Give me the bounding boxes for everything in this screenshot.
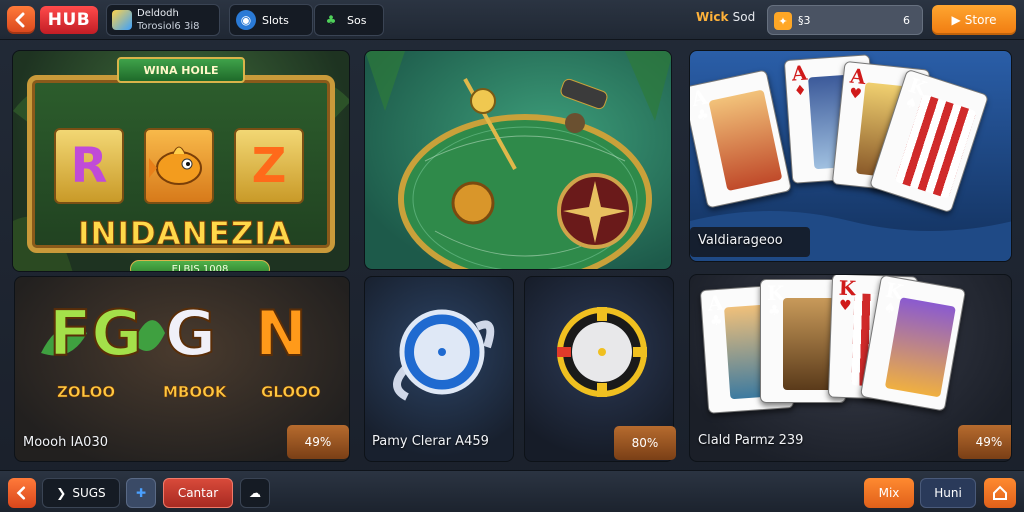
user-name: Deldodh — [137, 8, 179, 19]
game-table-art — [365, 51, 671, 269]
reel-symbol-1: R — [54, 128, 124, 204]
sheep-icon[interactable]: ☁ — [240, 478, 270, 508]
user-profile[interactable]: Deldodh Torosiol6 3i8 — [106, 4, 220, 36]
table-game-tile[interactable] — [364, 50, 672, 270]
coin-balance[interactable]: ✦ §3 6 — [767, 5, 923, 35]
tile-label: Moooh IA030 — [23, 435, 108, 450]
bottom-bar: ❯ SUGS ✚ Cantar ☁ Mix Huni — [0, 470, 1024, 512]
back-button[interactable] — [7, 6, 35, 34]
next-button[interactable]: ❯ SUGS — [42, 478, 120, 508]
card-game-tile-2[interactable]: A ♣ K ♣ K ♥ K ♠ Clald Parmz 239 49% — [689, 274, 1012, 462]
next-label: SUGS — [72, 486, 106, 500]
slot-letter-1: FG — [48, 296, 143, 371]
wins-value: Sod — [732, 10, 756, 24]
slot-caption-1: ZOLOO — [57, 383, 116, 402]
wins-label: Wick — [696, 10, 729, 24]
game-subtitle: ELBIS 1008 — [130, 260, 270, 271]
reel-symbol-3: Z — [234, 128, 304, 204]
user-avatar-icon — [112, 10, 132, 30]
back-button-bottom[interactable] — [8, 478, 36, 508]
leaf-icon: ♣ — [325, 13, 337, 27]
slot-machine-frame: R Z INIDANEZIA ELBIS 1008 — [27, 75, 335, 271]
stopwatch-icon — [393, 309, 495, 401]
user-id: Torosiol6 3i8 — [137, 21, 200, 32]
store-arrow-icon: ▶ — [951, 13, 961, 27]
slot-caption-3: GLOOO — [261, 383, 321, 402]
center-button[interactable]: Cantar — [163, 478, 233, 508]
slot-letter-3: N — [254, 296, 308, 371]
slot-game-tile-2[interactable]: FG G N ZOLOO MBOOK GLOOO Moooh IA030 49% — [14, 276, 350, 462]
chevron-right-icon: ❯ — [56, 486, 67, 500]
rtp-badge: 49% — [287, 425, 349, 459]
back-arrow-icon — [15, 12, 25, 28]
fish-icon — [144, 128, 214, 204]
mix-button[interactable]: Mix — [864, 478, 914, 508]
coin-balance-value: 6 — [903, 14, 910, 27]
hub-button[interactable]: HUB — [40, 6, 98, 34]
tile-label: Valdiarageoo — [698, 233, 783, 248]
sos-stat-label: Sos — [347, 13, 367, 27]
slots-icon: ◉ — [236, 10, 256, 30]
card-game-tile-1[interactable]: A ♣ A ♦ A ♥ K ♠ Valdiarageoo — [689, 50, 1012, 262]
game-title: INIDANEZIA — [78, 216, 292, 253]
hunt-button[interactable]: Huni — [920, 478, 976, 508]
poker-chip-icon — [557, 307, 647, 397]
sos-stat[interactable]: ♣ Sos — [314, 4, 384, 36]
home-icon[interactable] — [984, 478, 1016, 508]
game-banner: WINA HOILE — [117, 57, 245, 83]
chip-tile-label: Pamy Clerar A459 — [372, 434, 489, 449]
wins-indicator: Wick Sod — [696, 10, 755, 24]
coin-balance-text: §3 — [798, 14, 811, 27]
slots-stat-label: Slots — [262, 13, 289, 27]
slots-stat[interactable]: ◉ Slots — [229, 4, 313, 36]
tile-label: Clald Parmz 239 — [698, 433, 804, 448]
slot-letter-2: G — [164, 296, 217, 371]
rtp-badge: 49% — [958, 425, 1011, 459]
coin-icon: ✦ — [774, 12, 792, 30]
rtp-badge-chip: 80% — [614, 426, 676, 460]
top-bar: HUB Deldodh Torosiol6 3i8 ◉ Slots ♣ Sos … — [0, 0, 1024, 40]
puzzle-icon[interactable]: ✚ — [126, 478, 156, 508]
back-arrow-icon — [16, 486, 26, 500]
store-label: Store — [964, 13, 997, 27]
slot-caption-2: MBOOK — [163, 383, 227, 402]
slot-game-tile-indianezia[interactable]: R Z INIDANEZIA ELBIS 1008 WINA HOILE — [12, 50, 350, 272]
store-button[interactable]: ▶ Store — [932, 5, 1016, 35]
game-lobby: HUB Deldodh Torosiol6 3i8 ◉ Slots ♣ Sos … — [0, 0, 1024, 512]
playing-card: A ♣ — [690, 69, 792, 209]
